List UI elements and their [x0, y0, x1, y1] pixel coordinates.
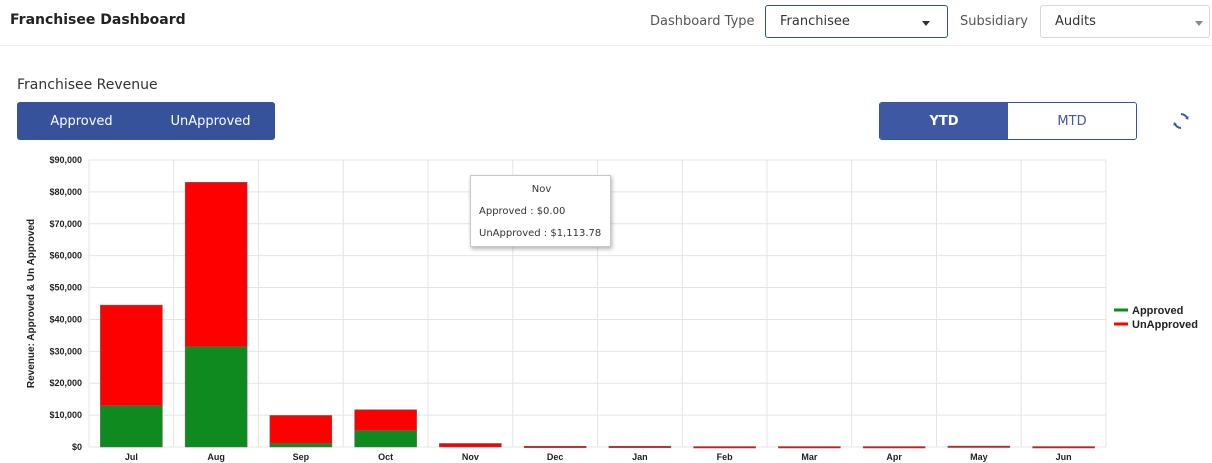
x-tick-label: Oct	[378, 452, 393, 462]
chevron-down-icon	[922, 21, 930, 26]
x-tick-label: Mar	[801, 452, 818, 462]
bar-approved	[100, 405, 163, 448]
subsidiary-label: Subsidiary	[960, 14, 1028, 29]
bar-unapproved	[947, 445, 1011, 448]
subsidiary-value: Audits	[1055, 14, 1096, 29]
dashboard-type-value: Franchisee	[780, 14, 850, 29]
chevron-down-icon	[1195, 21, 1203, 26]
y-tick-label: $0	[72, 442, 82, 452]
tooltip-unapproved: UnApproved : $1,113.78	[479, 228, 602, 239]
x-tick-label: Apr	[886, 452, 902, 462]
legend-item: UnApproved	[1132, 319, 1198, 331]
y-tick-label: $60,000	[49, 251, 82, 261]
dashboard-type-label: Dashboard Type	[650, 14, 755, 29]
top-bar: Franchisee Dashboard Dashboard Type Fran…	[0, 0, 1212, 46]
y-tick-label: $50,000	[49, 283, 82, 293]
period-toggle: YTD MTD	[879, 102, 1137, 140]
ytd-button[interactable]: YTD	[880, 103, 1008, 139]
bar-approved	[354, 430, 417, 448]
x-tick-label: Sep	[293, 452, 310, 462]
approved-button[interactable]: Approved	[17, 102, 146, 140]
bar-unapproved	[862, 446, 926, 449]
unapproved-button[interactable]: UnApproved	[146, 102, 275, 140]
status-toggle: Approved UnApproved	[17, 102, 275, 140]
x-tick-label: Jan	[632, 452, 648, 462]
bar-unapproved	[1032, 446, 1095, 449]
bar-unapproved	[778, 446, 841, 449]
bar-unapproved	[693, 446, 756, 449]
bar-unapproved	[184, 182, 248, 347]
y-tick-label: $90,000	[49, 155, 82, 165]
page-title: Franchisee Dashboard	[10, 12, 186, 28]
y-tick-label: $20,000	[49, 378, 82, 388]
x-tick-label: Feb	[717, 452, 734, 462]
bar-unapproved	[354, 409, 417, 431]
bar-unapproved	[523, 445, 587, 448]
bar-unapproved	[269, 415, 333, 444]
y-tick-label: $30,000	[49, 346, 82, 356]
bar-unapproved	[439, 443, 502, 448]
refresh-icon[interactable]	[1171, 111, 1191, 131]
dashboard-type-select[interactable]: Franchisee	[765, 5, 948, 38]
chart-tooltip: Nov Approved : $0.00 UnApproved : $1,113…	[470, 175, 611, 247]
y-axis-title: Revenue: Approved & Un Approved	[26, 219, 37, 388]
y-tick-label: $70,000	[49, 219, 82, 229]
x-tick-label: Dec	[547, 452, 564, 462]
legend-item: Approved	[1132, 305, 1183, 317]
y-tick-label: $80,000	[49, 187, 82, 197]
x-tick-label: Nov	[462, 452, 479, 462]
mtd-button[interactable]: MTD	[1008, 103, 1136, 139]
x-tick-label: Aug	[207, 452, 225, 462]
bar-approved	[269, 442, 333, 448]
bar-unapproved	[608, 445, 672, 448]
x-tick-label: Jul	[125, 452, 138, 462]
y-tick-label: $10,000	[49, 410, 82, 420]
x-tick-label: Jun	[1056, 452, 1072, 462]
x-tick-label: May	[970, 452, 988, 462]
tooltip-title: Nov	[531, 184, 552, 195]
section-title: Franchisee Revenue	[17, 77, 158, 93]
subsidiary-select[interactable]: Audits	[1040, 5, 1210, 38]
y-tick-label: $40,000	[49, 314, 82, 324]
tooltip-approved: Approved : $0.00	[479, 206, 566, 217]
bar-unapproved	[100, 304, 163, 406]
bar-approved	[184, 346, 248, 448]
